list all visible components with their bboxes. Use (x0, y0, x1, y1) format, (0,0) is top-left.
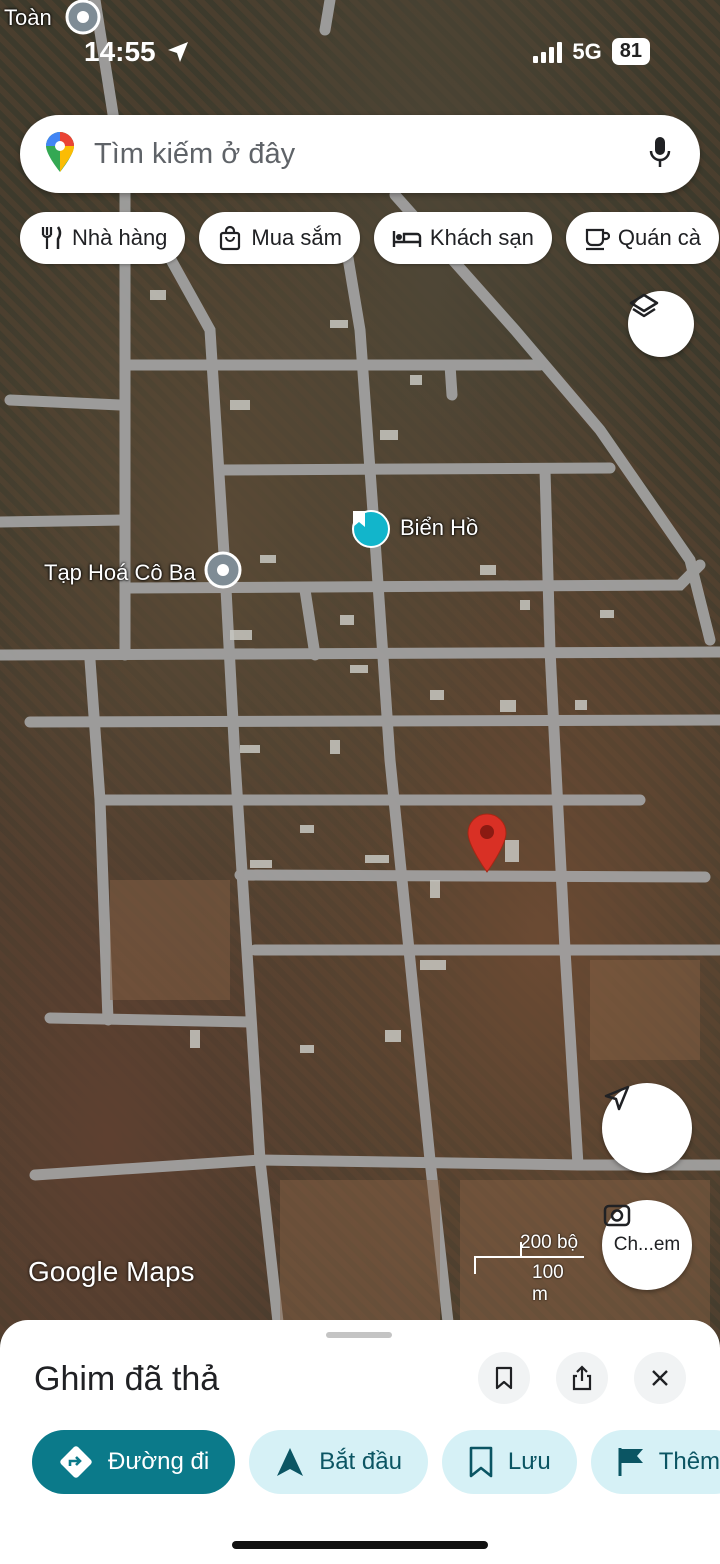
poi-bien-ho[interactable] (352, 510, 390, 548)
poi-label-bien-ho[interactable]: Biển Hồ (400, 515, 478, 541)
utensils-icon (41, 226, 62, 249)
scale-metric: 100 m (532, 1262, 564, 1305)
google-maps-pin-icon (44, 131, 76, 178)
chip-hotels[interactable]: Khách sạn (373, 212, 552, 264)
signal-icon (533, 41, 563, 63)
category-chips: Nhà hàng Mua sắm Khách sạn Quán cà (20, 212, 720, 264)
place-title: Ghim đã thả (34, 1360, 220, 1398)
poi-label-toan[interactable]: Toàn (4, 5, 52, 31)
bookmark-pin-icon (352, 510, 390, 548)
coffee-icon (585, 228, 610, 251)
save-label: Lưu (507, 1448, 551, 1475)
network-type: 5G (572, 38, 602, 64)
directions-label: Đường đi (108, 1448, 210, 1475)
add-label-label: Thêm (658, 1448, 720, 1475)
layers-icon (629, 293, 659, 318)
map-scale: 200 bộ 100 m (474, 1232, 584, 1305)
lens-button[interactable]: Ch...em (602, 1200, 692, 1290)
share-icon (572, 1365, 592, 1391)
chip-cafes[interactable]: Quán cà (565, 212, 720, 264)
satellite-map[interactable]: Biển Hồ Tạp Hoá Cô Ba Toàn Ch...em Googl… (0, 0, 720, 1340)
bookmark-icon (495, 1366, 513, 1390)
add-label-button[interactable]: Thêm (590, 1430, 720, 1494)
home-indicator (232, 1541, 488, 1549)
place-bottom-sheet: Ghim đã thả Đường đi Bắt đầu Lưu Thêm (0, 1320, 720, 1564)
close-button[interactable] (634, 1352, 686, 1404)
save-button[interactable]: Lưu (441, 1430, 577, 1494)
chip-label: Nhà hàng (72, 225, 168, 250)
status-time: 14:55 (84, 36, 156, 67)
flag-icon (618, 1448, 643, 1476)
chip-label: Quán cà (617, 225, 702, 250)
bed-icon (392, 231, 422, 247)
search-input[interactable]: Tìm kiếm ở đây (94, 138, 648, 171)
sheet-drag-handle[interactable] (326, 1332, 392, 1338)
chip-shopping[interactable]: Mua sắm (199, 212, 360, 264)
battery-level: 81 (611, 38, 650, 65)
chip-label: Mua sắm (251, 225, 342, 250)
status-indicators: 5G 81 (533, 38, 650, 65)
google-maps-logo: Google Maps (28, 1256, 195, 1287)
chip-restaurants[interactable]: Nhà hàng (20, 212, 186, 264)
lens-label: Ch...em (613, 1234, 681, 1255)
navigation-arrow-icon (604, 1085, 630, 1111)
close-icon (652, 1370, 668, 1386)
location-arrow-icon (166, 40, 190, 69)
place-actions: Đường đi Bắt đầu Lưu Thêm (32, 1430, 720, 1494)
scale-imperial: 200 bộ (520, 1232, 579, 1253)
shopping-bag-icon (220, 225, 241, 251)
start-label: Bắt đầu (319, 1448, 402, 1475)
camera-lens-icon (603, 1204, 631, 1227)
bookmark-icon (469, 1446, 493, 1478)
chip-label: Khách sạn (429, 225, 534, 250)
save-icon-button[interactable] (478, 1352, 530, 1404)
directions-icon (60, 1446, 92, 1478)
directions-button[interactable]: Đường đi (32, 1430, 236, 1494)
search-bar[interactable]: Tìm kiếm ở đây (20, 115, 700, 193)
poi-label-tap-hoa[interactable]: Tạp Hoá Cô Ba (44, 560, 196, 586)
navigation-arrow-icon (277, 1448, 304, 1476)
my-location-button[interactable] (602, 1083, 692, 1173)
layers-button[interactable] (628, 291, 694, 357)
microphone-icon[interactable] (648, 135, 672, 174)
share-button[interactable] (556, 1352, 608, 1404)
start-button[interactable]: Bắt đầu (249, 1430, 428, 1494)
